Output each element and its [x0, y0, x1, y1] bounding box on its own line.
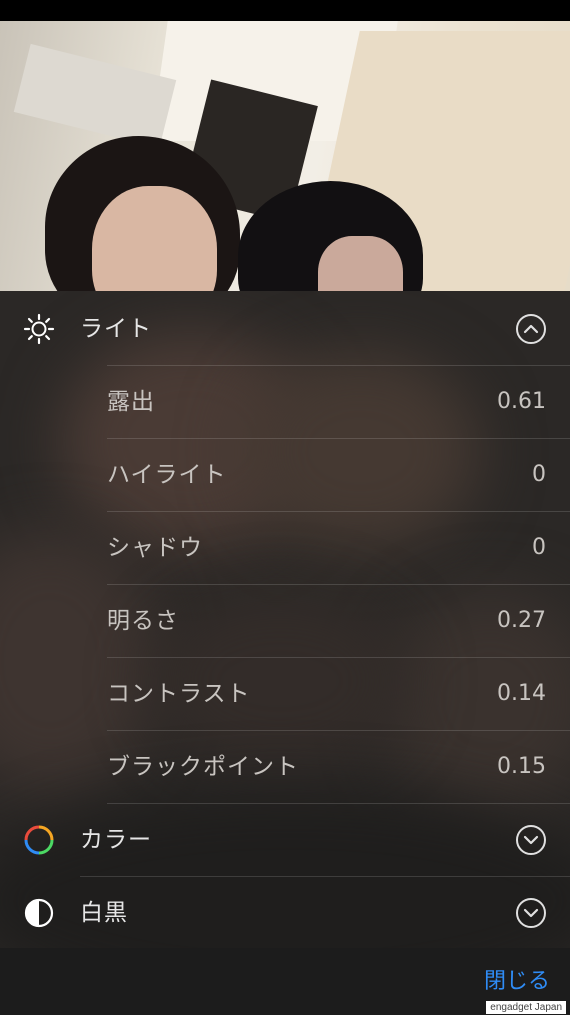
adjustment-value: 0 — [532, 535, 546, 560]
chevron-up-icon[interactable] — [515, 313, 547, 345]
chevron-down-icon[interactable] — [515, 824, 547, 856]
adjustment-value: 0.15 — [497, 754, 546, 779]
adjustment-value: 0 — [532, 462, 546, 487]
adjustment-row-contrast[interactable]: コントラスト 0.14 — [0, 658, 570, 730]
shelf — [13, 43, 177, 149]
adjustment-row-highlights[interactable]: ハイライト 0 — [0, 439, 570, 511]
adjustment-row-shadows[interactable]: シャドウ 0 — [0, 512, 570, 584]
adjustment-row-black-point[interactable]: ブラックポイント 0.15 — [0, 731, 570, 803]
bw-section-header[interactable]: 白黒 — [0, 877, 570, 948]
half-circle-icon — [23, 897, 55, 929]
adjustment-row-exposure[interactable]: 露出 0.61 — [0, 366, 570, 438]
adjustment-label: コントラスト — [107, 681, 251, 707]
person-left-face — [92, 186, 217, 291]
photo-preview — [0, 21, 570, 291]
bw-section-title: 白黒 — [80, 900, 128, 926]
adjustment-label: 明るさ — [107, 608, 179, 634]
watermark: engadget Japan — [486, 1001, 566, 1014]
bottom-toolbar: 閉じる — [0, 948, 570, 1015]
adjustment-value: 0.61 — [497, 389, 546, 414]
adjustment-label: シャドウ — [107, 535, 203, 561]
adjustment-row-brightness[interactable]: 明るさ 0.27 — [0, 585, 570, 657]
color-wheel-icon — [23, 824, 55, 856]
photo-editor-screen: ライト 露出 0.61 ハイライト 0 シャドウ 0 明るさ 0.27 コントラ… — [0, 0, 570, 1015]
light-section-title: ライト — [80, 316, 152, 342]
person-right-face — [318, 236, 403, 291]
adjustment-label: 露出 — [107, 389, 155, 415]
light-section-header[interactable]: ライト — [0, 293, 570, 365]
adjustment-label: ハイライト — [107, 462, 227, 488]
adjustment-value: 0.14 — [497, 681, 546, 706]
color-section-header[interactable]: カラー — [0, 804, 570, 876]
adjustment-value: 0.27 — [497, 608, 546, 633]
adjustments-panel: ライト 露出 0.61 ハイライト 0 シャドウ 0 明るさ 0.27 コントラ… — [0, 291, 570, 948]
color-section-title: カラー — [80, 827, 152, 853]
status-bar — [0, 0, 570, 21]
chevron-down-icon[interactable] — [515, 897, 547, 929]
adjustment-label: ブラックポイント — [107, 754, 299, 780]
sun-icon — [23, 313, 55, 345]
